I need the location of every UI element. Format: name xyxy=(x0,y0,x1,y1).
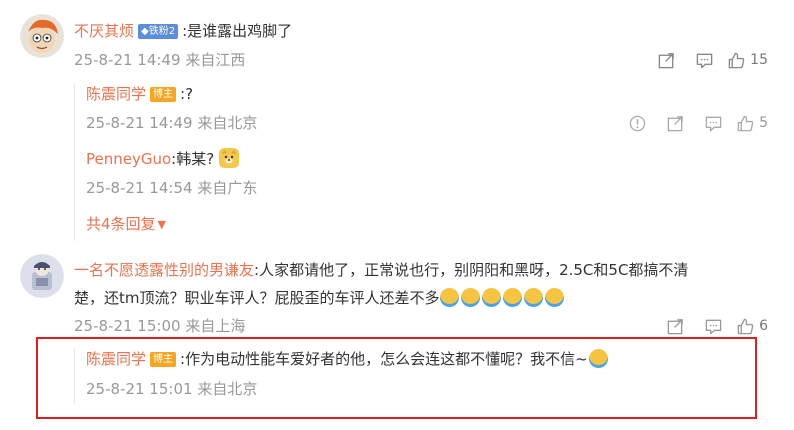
diamond-icon: ◆ xyxy=(141,26,149,37)
reply-meta: 25-8-21 14:49 来自北京 xyxy=(86,113,257,133)
comment-icon xyxy=(705,319,721,334)
comment-body: 一名不愿透露性别的男谦友:人家都请他了，正常说也行，别阴阳和黑呀，2.5C和5C… xyxy=(74,259,688,281)
reply-body: PenneyGuo:韩某? xyxy=(86,148,241,170)
avatar[interactable] xyxy=(20,254,64,298)
comment-body-line2: 楚，还tm顶流？职业车评人？屁股歪的车评人还差不多 xyxy=(74,287,566,309)
comment-actions: 15 xyxy=(647,49,768,71)
doge-emoji-icon xyxy=(218,148,239,168)
share-button[interactable] xyxy=(647,49,685,71)
like-button[interactable]: 6 xyxy=(736,315,768,337)
share-icon xyxy=(667,115,683,131)
more-replies-label: 共4条回复 xyxy=(86,215,156,233)
comment-meta: 25-8-21 15:00 来自上海 xyxy=(74,316,245,336)
thumbs-up-icon xyxy=(728,52,745,68)
reply-button[interactable] xyxy=(694,315,732,337)
caret-down-icon: ▼ xyxy=(157,218,167,231)
location: 来自广东 xyxy=(197,179,258,197)
timestamp: 25-8-21 15:00 xyxy=(74,317,181,335)
highlight-box xyxy=(36,337,757,419)
location: 来自江西 xyxy=(185,51,246,69)
comment-text-line1: :人家都请他了，正常说也行，别阴阳和黑呀，2.5C和5C都搞不清 xyxy=(254,261,689,279)
more-replies-link[interactable]: 共4条回复 ▼ xyxy=(86,213,166,236)
thumbs-up-icon xyxy=(737,318,754,334)
avatar[interactable] xyxy=(20,14,64,58)
reply-button[interactable] xyxy=(685,49,723,71)
username-link[interactable]: 一名不愿透露性别的男谦友 xyxy=(74,261,254,279)
comment-icon xyxy=(705,116,721,131)
location: 来自上海 xyxy=(185,317,246,335)
share-icon xyxy=(658,52,674,68)
like-count: 15 xyxy=(750,52,768,68)
location: 来自北京 xyxy=(197,114,258,132)
comment-icon xyxy=(696,53,712,68)
reply-text: :? xyxy=(180,85,194,103)
blogger-badge: 博主 xyxy=(150,87,177,102)
fan-badge: ◆铁粉2 xyxy=(138,24,179,39)
reply-button[interactable] xyxy=(694,112,732,134)
reply-text: :韩某? xyxy=(171,150,215,168)
like-count: 6 xyxy=(759,318,768,334)
share-icon xyxy=(667,318,683,334)
comment-actions: 6 xyxy=(656,315,768,337)
share-button[interactable] xyxy=(656,315,694,337)
reply-meta: 25-8-21 14:54 来自广东 xyxy=(86,178,257,198)
reply-thread-line xyxy=(74,84,75,241)
reply-actions: 5 xyxy=(618,112,768,134)
like-button[interactable]: 5 xyxy=(736,112,768,134)
comment-text-line2: 楚，还tm顶流？职业车评人？屁股歪的车评人还差不多 xyxy=(74,289,440,307)
username-link[interactable]: PenneyGuo xyxy=(86,150,171,168)
reply-body: 陈震同学 博主:? xyxy=(86,83,193,105)
badge-label: 铁粉2 xyxy=(148,26,176,37)
share-button[interactable] xyxy=(656,112,694,134)
laugh-cry-emoji-icon xyxy=(439,288,566,307)
username-link[interactable]: 陈震同学 xyxy=(86,85,146,103)
warning-icon xyxy=(629,115,645,131)
like-button[interactable]: 15 xyxy=(727,49,768,71)
comment-meta: 25-8-21 14:49 来自江西 xyxy=(74,50,245,70)
username-link[interactable]: 不厌其烦 xyxy=(74,22,134,40)
thumbs-up-icon xyxy=(737,115,754,131)
like-count: 5 xyxy=(759,115,768,131)
timestamp: 25-8-21 14:49 xyxy=(74,51,181,69)
timestamp: 25-8-21 14:49 xyxy=(86,114,193,132)
comment-body: 不厌其烦 ◆铁粉2:是谁露出鸡脚了 xyxy=(74,20,292,42)
comment-text: :是谁露出鸡脚了 xyxy=(182,22,293,40)
report-button[interactable] xyxy=(618,112,656,134)
timestamp: 25-8-21 14:54 xyxy=(86,179,193,197)
